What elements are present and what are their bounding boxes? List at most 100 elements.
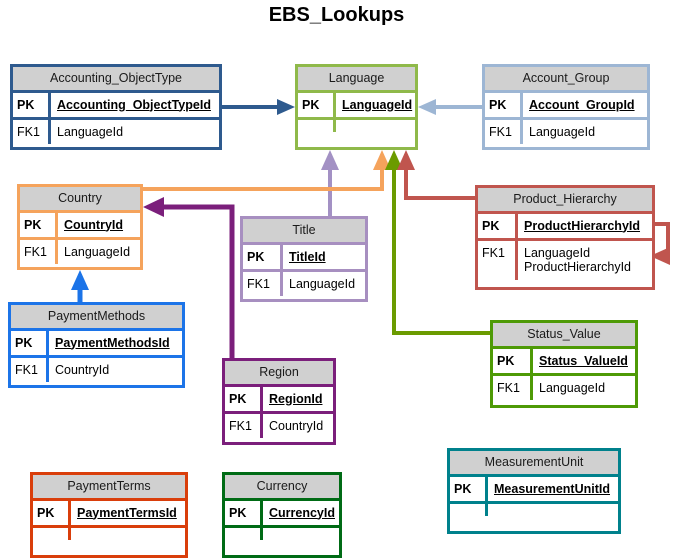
entity-header-paymentmethods: PaymentMethods (11, 305, 182, 331)
attribute-names: LanguageId (523, 120, 647, 144)
rel-title-language (321, 150, 339, 216)
attribute-names: Accounting_ObjectTypeId (51, 93, 219, 117)
attribute-row: PK LanguageId (298, 92, 416, 117)
entity-header-accounting_objecttype: Accounting_ObjectType (13, 67, 219, 93)
primary-key-attribute: CurrencyId (269, 505, 335, 520)
foreign-key-attribute: ProductHierarchyId (524, 260, 631, 275)
entity-header-paymentterms: PaymentTerms (33, 475, 185, 501)
attribute-names: Status_ValueId (533, 349, 635, 373)
key-indicator: PK (450, 476, 488, 501)
key-indicator: FK1 (20, 239, 58, 265)
attribute-names: PaymentTermsId (71, 501, 185, 525)
key-indicator: PK (493, 348, 533, 373)
rel-producthierarchy-language (397, 150, 475, 200)
entity-rows-account_group: PK Account_GroupId FK1 LanguageId (485, 92, 647, 145)
key-indicator: PK (225, 500, 263, 525)
attribute-names: Account_GroupId (523, 93, 647, 117)
attribute-row: PK CurrencyId (225, 500, 339, 525)
entity-measurementunit[interactable]: MeasurementUnit PK MeasurementUnitId (447, 448, 621, 534)
attribute-row: PK Account_GroupId (485, 92, 647, 117)
attribute-row: PK RegionId (225, 386, 333, 411)
key-indicator: PK (225, 386, 263, 411)
entity-header-country: Country (20, 187, 140, 213)
entity-account_group[interactable]: Account_Group PK Account_GroupId FK1 Languag… (482, 64, 650, 150)
entity-rows-paymentterms: PK PaymentTermsId (33, 500, 185, 540)
key-indicator: PK (13, 92, 51, 117)
entity-rows-title_entity: PK TitleId FK1 LanguageId (243, 244, 365, 297)
attribute-names: LanguageId (51, 120, 219, 144)
attribute-row: PK CountryId (20, 212, 140, 237)
attribute-row (225, 524, 339, 540)
entity-header-language: Language (298, 67, 415, 93)
entity-product_hierarchy[interactable]: Product_Hierarchy PK ProductHierarchyId FK1… (475, 185, 655, 290)
attribute-row: FK1 LanguageId (485, 116, 647, 145)
attribute-names: LanguageId (336, 93, 416, 117)
rel-paymentmethods-country (71, 270, 89, 302)
entity-header-region: Region (225, 361, 333, 387)
foreign-key-attribute: LanguageId (57, 124, 124, 139)
attribute-row: FK1 LanguageId (243, 268, 365, 297)
attribute-names: LanguageId (283, 272, 365, 296)
entity-paymentterms[interactable]: PaymentTerms PK PaymentTermsId (30, 472, 188, 558)
key-indicator: FK1 (225, 413, 263, 439)
entity-rows-product_hierarchy: PK ProductHierarchyId FK1 LanguageId Product… (478, 213, 652, 280)
attribute-names (336, 120, 415, 132)
foreign-key-attribute: LanguageId (64, 244, 131, 259)
attribute-row: PK ProductHierarchyId (478, 213, 652, 238)
attribute-row: FK1 LanguageId ProductHierarchyId (478, 237, 652, 280)
attribute-names: TitleId (283, 245, 365, 269)
primary-key-attribute: PaymentTermsId (77, 505, 177, 520)
attribute-names (263, 528, 339, 540)
key-indicator: FK1 (493, 375, 533, 401)
attribute-row (450, 500, 618, 516)
key-indicator: PK (478, 213, 518, 238)
attribute-row: PK PaymentMethodsId (11, 330, 182, 355)
entity-header-currency: Currency (225, 475, 339, 501)
attribute-names: CountryId (58, 213, 140, 237)
entity-title_entity[interactable]: Title PK TitleId FK1 LanguageId (240, 216, 368, 302)
key-indicator: PK (485, 92, 523, 117)
attribute-names: CountryId (263, 414, 333, 438)
attribute-row (33, 524, 185, 540)
key-indicator (298, 119, 336, 132)
entity-header-title_entity: Title (243, 219, 365, 245)
attribute-row: FK1 LanguageId (493, 372, 635, 401)
entity-status_value[interactable]: Status_Value PK Status_ValueId FK1 LanguageI… (490, 320, 638, 408)
attribute-row: FK1 CountryId (11, 354, 182, 383)
entity-header-measurementunit: MeasurementUnit (450, 451, 618, 477)
entity-rows-country: PK CountryId FK1 LanguageId (20, 212, 140, 265)
rel-accountgroup-language (418, 99, 482, 115)
entity-header-product_hierarchy: Product_Hierarchy (478, 188, 652, 214)
entity-rows-region: PK RegionId FK1 CountryId (225, 386, 333, 439)
attribute-names: LanguageId (58, 240, 140, 264)
attribute-row: FK1 LanguageId (13, 116, 219, 145)
foreign-key-attribute: CountryId (55, 362, 110, 377)
attribute-row: FK1 LanguageId (20, 236, 140, 265)
foreign-key-attribute: LanguageId (289, 276, 356, 291)
key-indicator: FK1 (13, 119, 51, 145)
entity-country[interactable]: Country PK CountryId FK1 LanguageId (17, 184, 143, 270)
entity-rows-paymentmethods: PK PaymentMethodsId FK1 CountryId (11, 330, 182, 383)
rel-country-language (143, 150, 391, 191)
attribute-names: PaymentMethodsId (49, 331, 182, 355)
entity-rows-measurementunit: PK MeasurementUnitId (450, 476, 618, 516)
key-indicator: PK (243, 244, 283, 269)
entity-rows-accounting_objecttype: PK Accounting_ObjectTypeId FK1 LanguageId (13, 92, 219, 145)
primary-key-attribute: Status_ValueId (539, 353, 628, 368)
attribute-row (298, 116, 415, 132)
primary-key-attribute: RegionId (269, 391, 323, 406)
page-title: EBS_Lookups (268, 4, 405, 26)
entity-currency[interactable]: Currency PK CurrencyId (222, 472, 342, 558)
primary-key-attribute: ProductHierarchyId (524, 218, 641, 233)
attribute-names: CountryId (49, 358, 182, 382)
entity-language[interactable]: Language PK LanguageId (295, 64, 418, 150)
entity-accounting_objecttype[interactable]: Accounting_ObjectType PK Accounting_Object… (10, 64, 222, 150)
rel-accountingobjecttype-language (222, 99, 295, 115)
foreign-key-attribute: LanguageId (529, 124, 596, 139)
attribute-names (488, 504, 618, 516)
key-indicator: FK1 (478, 240, 518, 280)
attribute-row: PK MeasurementUnitId (450, 476, 618, 501)
key-indicator: PK (298, 92, 336, 117)
entity-paymentmethods[interactable]: PaymentMethods PK PaymentMethodsId FK1 Count… (8, 302, 185, 388)
entity-region[interactable]: Region PK RegionId FK1 CountryId (222, 358, 336, 445)
